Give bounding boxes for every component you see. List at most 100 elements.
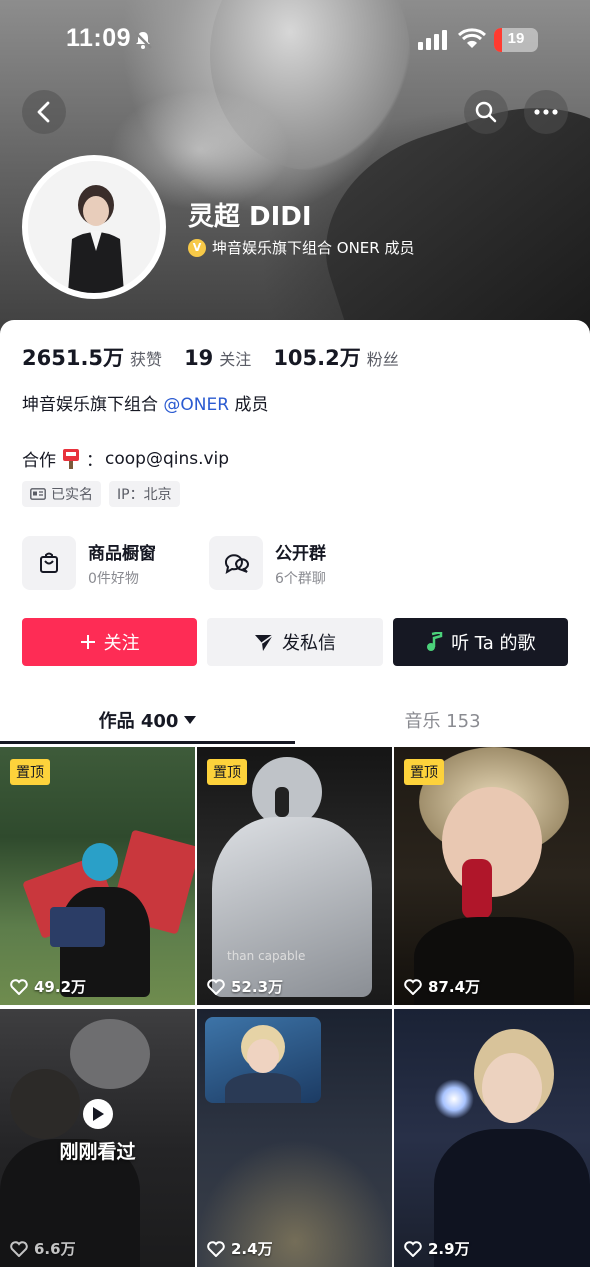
- video-thumbnail[interactable]: 置顶 87.4万: [394, 747, 590, 1005]
- send-icon: [254, 634, 274, 651]
- active-tab-indicator: [0, 741, 295, 744]
- video-pip-preview: [205, 1017, 321, 1103]
- heart-icon: [10, 978, 28, 995]
- video-thumbnail[interactable]: 置顶 than capable 52.3万: [197, 747, 392, 1005]
- video-likes: 87.4万: [404, 976, 480, 997]
- video-grid: 置顶 49.2万 置顶 than capable 52.3万 置顶 87.4万 …: [0, 747, 590, 1267]
- shopping-bag-icon: [40, 552, 58, 573]
- video-likes: 2.9万: [404, 1238, 470, 1259]
- pinned-badge: 置顶: [207, 759, 247, 785]
- public-group-shortcut[interactable]: 公开群 6个群聊: [209, 535, 396, 591]
- chat-bubbles-icon: [224, 554, 249, 575]
- mailbox-icon: [63, 448, 79, 469]
- heart-icon: [404, 978, 422, 995]
- search-button[interactable]: [464, 90, 508, 134]
- avatar-portrait-icon: [28, 161, 160, 293]
- video-likes-count: 6.6万: [34, 1240, 76, 1258]
- following-label[interactable]: 关注: [219, 346, 251, 370]
- bio-text: 坤音娱乐旗下组合 @ONER 成员: [22, 390, 268, 415]
- video-thumbnail[interactable]: 刚刚看过 6.6万: [0, 1009, 195, 1267]
- ip-tag: IP：北京: [109, 481, 180, 507]
- listen-songs-label: 听 Ta 的歌: [451, 633, 536, 654]
- likes-label: 获赞: [130, 350, 163, 369]
- plus-icon: [80, 635, 95, 649]
- follow-label: 关注: [103, 633, 140, 654]
- recently-viewed-overlay: 刚刚看过: [0, 1099, 195, 1164]
- message-button[interactable]: 发私信: [207, 618, 383, 666]
- battery-level: 19: [507, 30, 525, 47]
- profile-card: 2651.5万 获赞 19 关注 105.2万 粉丝 坤音娱乐旗下组合 @ONE…: [0, 320, 590, 1280]
- public-group-subtitle: 6个群聊: [275, 570, 326, 587]
- video-likes-count: 2.9万: [428, 1240, 470, 1258]
- video-thumbnail[interactable]: 置顶 49.2万: [0, 747, 195, 1005]
- battery-indicator: 19: [494, 28, 538, 52]
- verified-badge-icon: V: [188, 238, 206, 257]
- video-likes: 49.2万: [10, 976, 86, 997]
- chevron-left-icon: [37, 101, 50, 123]
- video-likes: 2.4万: [207, 1238, 273, 1259]
- signal-icon: [418, 30, 447, 50]
- music-note-icon: [427, 632, 443, 651]
- more-button[interactable]: [524, 90, 568, 134]
- back-button[interactable]: [22, 90, 66, 134]
- heart-icon: [207, 1240, 225, 1257]
- video-likes-count: 2.4万: [231, 1240, 273, 1258]
- status-bar: 11:09 19: [0, 22, 590, 58]
- shop-window-subtitle: 0件好物: [88, 570, 139, 587]
- more-dots-icon: [534, 109, 558, 115]
- play-icon: [82, 1099, 113, 1129]
- followers-label[interactable]: 粉丝: [367, 346, 399, 370]
- contact-sep: ：: [86, 451, 103, 471]
- recently-viewed-label: 刚刚看过: [59, 1141, 136, 1163]
- bio-suffix: 成员: [229, 395, 269, 415]
- verification-text: 坤音娱乐旗下组合 ONER 成员: [212, 239, 415, 257]
- content-tabs: 作品 400 音乐 153: [0, 696, 590, 744]
- mute-bell-icon: [134, 31, 152, 49]
- contact-row: 合作 ： coop@qins.vip: [22, 446, 229, 471]
- video-likes: 6.6万: [10, 1238, 76, 1259]
- tab-music-label: 音乐 153: [404, 711, 481, 732]
- wifi-icon: [458, 28, 486, 48]
- contact-label: 合作: [22, 451, 56, 471]
- shop-window-title: 商品橱窗: [88, 543, 156, 564]
- video-thumbnail[interactable]: 2.4万: [197, 1009, 392, 1267]
- video-thumbnail[interactable]: 2.9万: [394, 1009, 590, 1267]
- message-label: 发私信: [281, 633, 336, 654]
- avatar[interactable]: [22, 155, 166, 299]
- followers-count[interactable]: 105.2万: [273, 342, 360, 372]
- bio-prefix: 坤音娱乐旗下组合: [22, 395, 164, 415]
- pinned-badge: 置顶: [404, 759, 444, 785]
- pinned-badge: 置顶: [10, 759, 50, 785]
- likes-count: 2651.5万: [22, 346, 125, 370]
- video-likes-count: 87.4万: [428, 978, 481, 996]
- tags-row: 已实名 IP：北京: [22, 481, 180, 507]
- ip-text: IP：北京: [117, 487, 172, 503]
- video-likes: 52.3万: [207, 976, 283, 997]
- action-buttons: 关注 发私信 听 Ta 的歌: [22, 618, 568, 666]
- video-caption: than capable: [227, 949, 306, 963]
- id-card-icon: [30, 488, 46, 500]
- search-icon: [475, 101, 497, 123]
- shop-window-shortcut[interactable]: 商品橱窗 0件好物: [22, 535, 209, 591]
- tab-works[interactable]: 作品 400: [0, 696, 295, 744]
- heart-icon: [207, 978, 225, 995]
- realname-tag: 已实名: [22, 481, 101, 507]
- profile-name: 灵超 DIDI: [188, 202, 312, 232]
- video-likes-count: 49.2万: [34, 978, 87, 996]
- heart-icon: [404, 1240, 422, 1257]
- follow-button[interactable]: 关注: [22, 618, 198, 666]
- tab-works-label: 作品 400: [98, 711, 179, 732]
- stats-row: 2651.5万 获赞 19 关注 105.2万 粉丝: [22, 342, 421, 372]
- contact-email[interactable]: coop@qins.vip: [105, 449, 229, 469]
- mention-link[interactable]: @ONER: [163, 395, 229, 415]
- following-count[interactable]: 19: [184, 346, 213, 370]
- listen-songs-button[interactable]: 听 Ta 的歌: [392, 618, 568, 666]
- realname-text: 已实名: [51, 487, 93, 503]
- status-time: 11:09: [66, 24, 132, 52]
- video-likes-count: 52.3万: [231, 978, 284, 996]
- verification-row: V 坤音娱乐旗下组合 ONER 成员: [188, 237, 414, 258]
- heart-icon: [10, 1240, 28, 1257]
- caret-down-icon: [184, 716, 197, 724]
- public-group-title: 公开群: [275, 543, 326, 564]
- tab-music[interactable]: 音乐 153: [295, 696, 590, 744]
